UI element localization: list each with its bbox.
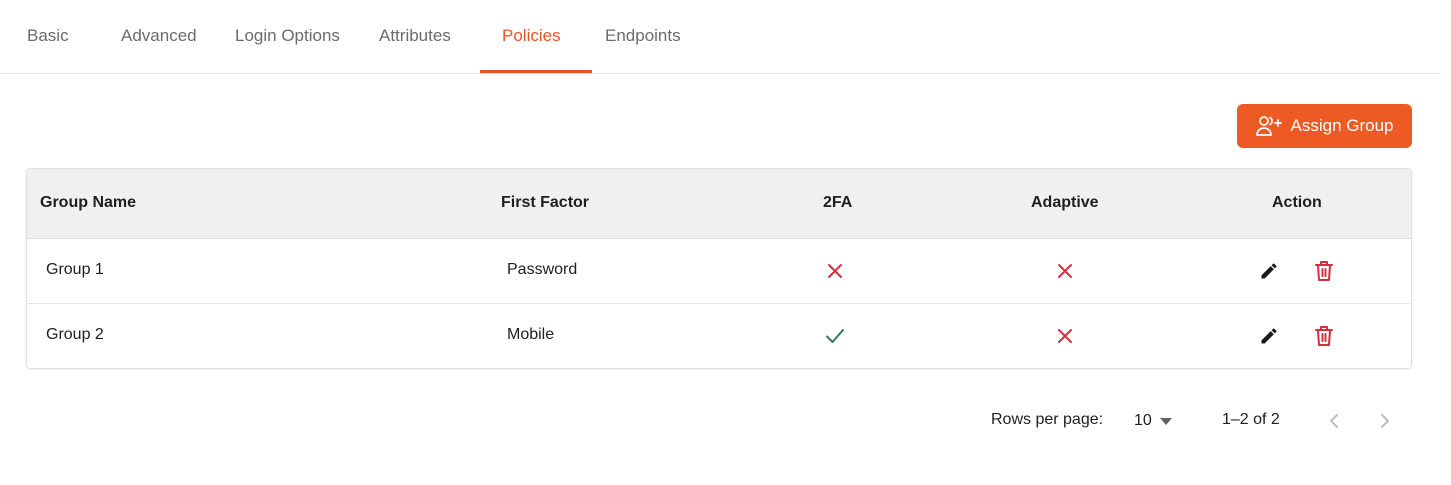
column-header-action: Action xyxy=(1272,194,1322,211)
cross-icon xyxy=(1054,260,1076,282)
group-policies-table: Group Name First Factor 2FA Adaptive Act… xyxy=(26,168,1412,369)
table-row: Group 2 Mobile xyxy=(27,304,1411,368)
table-header: Group Name First Factor 2FA Adaptive Act… xyxy=(27,169,1411,239)
previous-page-button[interactable] xyxy=(1322,409,1346,433)
rows-per-page-select[interactable]: 10 xyxy=(1134,409,1172,433)
column-header-first-factor: First Factor xyxy=(501,194,590,211)
tab-endpoints[interactable]: Endpoints xyxy=(605,26,681,46)
group-name-cell: Group 1 xyxy=(46,261,104,278)
trash-icon[interactable] xyxy=(1313,325,1335,347)
user-plus-icon xyxy=(1255,115,1282,137)
pencil-icon[interactable] xyxy=(1258,260,1280,282)
pencil-icon[interactable] xyxy=(1258,325,1280,347)
column-header-group-name: Group Name xyxy=(40,194,137,211)
assign-group-button[interactable]: Assign Group xyxy=(1237,104,1412,148)
first-factor-cell: Password xyxy=(507,261,578,278)
tab-login-options[interactable]: Login Options xyxy=(235,26,340,46)
tab-basic[interactable]: Basic xyxy=(27,26,69,46)
first-factor-cell: Mobile xyxy=(507,326,555,343)
rows-per-page-label: Rows per page: xyxy=(991,411,1104,428)
column-header-adaptive: Adaptive xyxy=(1031,194,1099,211)
cross-icon xyxy=(1054,325,1076,347)
next-page-button[interactable] xyxy=(1373,409,1397,433)
tab-policies[interactable]: Policies xyxy=(502,26,561,46)
tab-advanced[interactable]: Advanced xyxy=(121,26,197,46)
column-header-2fa: 2FA xyxy=(823,194,853,211)
pagination-range: 1–2 of 2 xyxy=(1222,411,1280,428)
cross-icon xyxy=(824,260,846,282)
active-tab-indicator xyxy=(480,70,592,73)
tab-bar: Basic Advanced Login Options Attributes … xyxy=(0,0,1441,74)
rows-per-page-value: 10 xyxy=(1134,412,1152,429)
assign-group-label: Assign Group xyxy=(1290,116,1394,135)
trash-icon[interactable] xyxy=(1313,260,1335,282)
tab-attributes[interactable]: Attributes xyxy=(379,26,451,46)
table-row: Group 1 Password xyxy=(27,239,1411,304)
check-icon xyxy=(824,325,846,347)
group-name-cell: Group 2 xyxy=(46,326,104,343)
caret-down-icon xyxy=(1159,412,1172,430)
